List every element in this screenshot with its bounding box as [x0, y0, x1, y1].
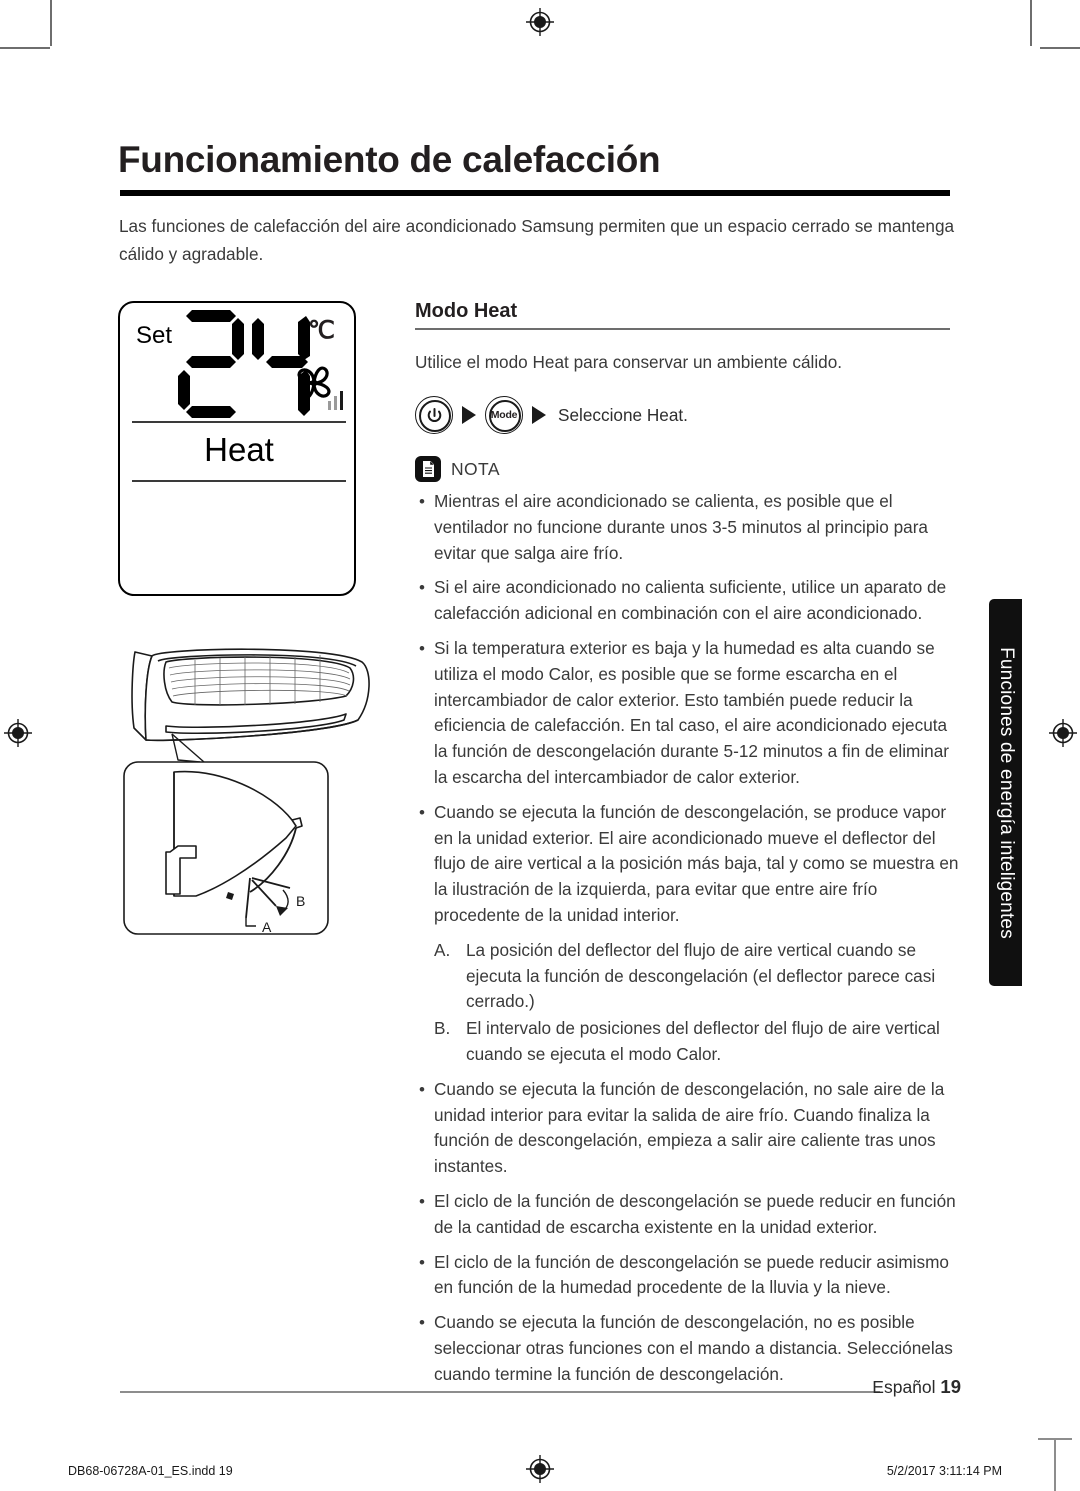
sub-item-marker: B.: [434, 1018, 451, 1039]
list-item: • Mientras el aire acondicionado se cali…: [410, 489, 962, 566]
registration-mark-right: [1049, 719, 1077, 747]
footer-page-info: Español 19: [872, 1376, 961, 1398]
bullet-marker: •: [419, 638, 425, 658]
list-item: • El ciclo de la función de descongelaci…: [410, 1189, 962, 1241]
bullet-marker: •: [419, 578, 425, 598]
side-chapter-tab-label: Funciones de energía inteligentes: [995, 646, 1017, 939]
remote-display-illustration: Set ℃ Heat: [118, 301, 356, 596]
display-set-label: Set: [136, 322, 173, 349]
crop-mark-bottom-right-vertical: [1054, 1438, 1056, 1491]
power-button-icon[interactable]: [415, 396, 453, 434]
list-item-text: Mientras el aire acondicionado se calien…: [434, 491, 928, 563]
fan-speed-bars: [328, 391, 343, 410]
footer-language-label: Español: [872, 1377, 936, 1397]
page-intro-text: Las funciones de calefacción del aire ac…: [119, 216, 955, 264]
list-item-text: El ciclo de la función de descongelación…: [434, 1190, 956, 1237]
footer-page-number: 19: [940, 1376, 961, 1397]
list-item-text: Si la temperatura exterior es baja y la …: [434, 637, 949, 787]
sub-item-text: El intervalo de posiciones del deflector…: [466, 1018, 940, 1064]
display-mode-label: Heat: [204, 431, 274, 468]
section-heading: Modo Heat: [415, 300, 518, 322]
registration-mark-top: [526, 8, 554, 36]
page-title: Funcionamiento de calefacción: [118, 139, 661, 180]
note-list: • Mientras el aire acondicionado se cali…: [410, 489, 962, 1397]
crop-mark-top-left-horizontal: [0, 47, 50, 49]
list-item-text: Cuando se ejecuta la función de desconge…: [434, 801, 959, 925]
indoor-unit-illustration: A B: [123, 648, 370, 935]
registration-mark-bottom: [526, 1455, 554, 1483]
note-label: NOTA: [451, 458, 500, 479]
display-unit-celsius: ℃: [308, 317, 335, 344]
arrow-right-icon-1: [462, 406, 476, 424]
sub-item-marker: A.: [434, 939, 451, 960]
bullet-marker: •: [419, 1252, 425, 1272]
footer-divider: [120, 1391, 880, 1393]
illustration-label-a: A: [262, 919, 272, 935]
list-item: • Cuando se ejecuta la función de descon…: [410, 800, 962, 929]
title-divider: [120, 190, 950, 196]
note-header: NOTA: [415, 456, 500, 482]
list-item: A. La posición del deflector del flujo d…: [434, 938, 962, 1015]
side-chapter-tab: Funciones de energía inteligentes: [989, 599, 1022, 986]
display-divider-bottom: [132, 480, 346, 482]
power-icon: [427, 407, 441, 422]
arrow-right-icon-2: [532, 406, 546, 424]
bullet-marker: •: [419, 1313, 425, 1333]
bullet-marker: •: [419, 1079, 425, 1099]
display-divider-top: [132, 421, 346, 423]
list-item: • Si el aire acondicionado no calienta s…: [410, 575, 962, 627]
registration-mark-left: [4, 719, 32, 747]
manual-page: Funcionamiento de calefacción Las funcio…: [0, 0, 1080, 1491]
list-item: • Si la temperatura exterior es baja y l…: [410, 636, 962, 791]
print-file-name: DB68-06728A-01_ES.indd 19: [68, 1464, 233, 1478]
mode-button-label: Mode: [490, 409, 518, 421]
bullet-marker: •: [419, 1191, 425, 1211]
list-item-text: Si el aire acondicionado no calienta suf…: [434, 577, 947, 624]
list-item: B. El intervalo de posiciones del deflec…: [434, 1016, 962, 1068]
sub-item-text: La posición del deflector del flujo de a…: [466, 939, 936, 1012]
section-divider: [415, 328, 950, 330]
crop-mark-top-right-horizontal: [1040, 47, 1080, 49]
list-item-text: Cuando se ejecuta la función de desconge…: [434, 1078, 945, 1177]
display-temperature-digits: [178, 310, 310, 418]
list-item-text: El ciclo de la función de descongelación…: [434, 1251, 949, 1298]
mode-button-icon[interactable]: Mode: [485, 396, 523, 434]
mode-selection-steps: Mode Seleccione Heat.: [415, 396, 688, 434]
step-result-text: Seleccione Heat.: [558, 404, 688, 425]
crop-mark-top-right-vertical: [1030, 0, 1032, 46]
crop-mark-top-left-vertical: [50, 0, 52, 46]
illustration-label-b: B: [296, 893, 305, 909]
section-intro-text: Utilice el modo Heat para conservar un a…: [415, 352, 843, 372]
bullet-marker: •: [419, 802, 425, 822]
list-item: • El ciclo de la función de descongelaci…: [410, 1250, 962, 1302]
sub-item-list: A. La posición del deflector del flujo d…: [434, 938, 962, 1068]
bullet-marker: •: [419, 492, 425, 511]
print-timestamp: 5/2/2017 3:11:14 PM: [886, 1464, 1002, 1478]
list-item: • Cuando se ejecuta la función de descon…: [410, 1077, 962, 1180]
crop-mark-bottom-right-horizontal: [1038, 1438, 1072, 1440]
note-document-icon: [415, 456, 441, 482]
